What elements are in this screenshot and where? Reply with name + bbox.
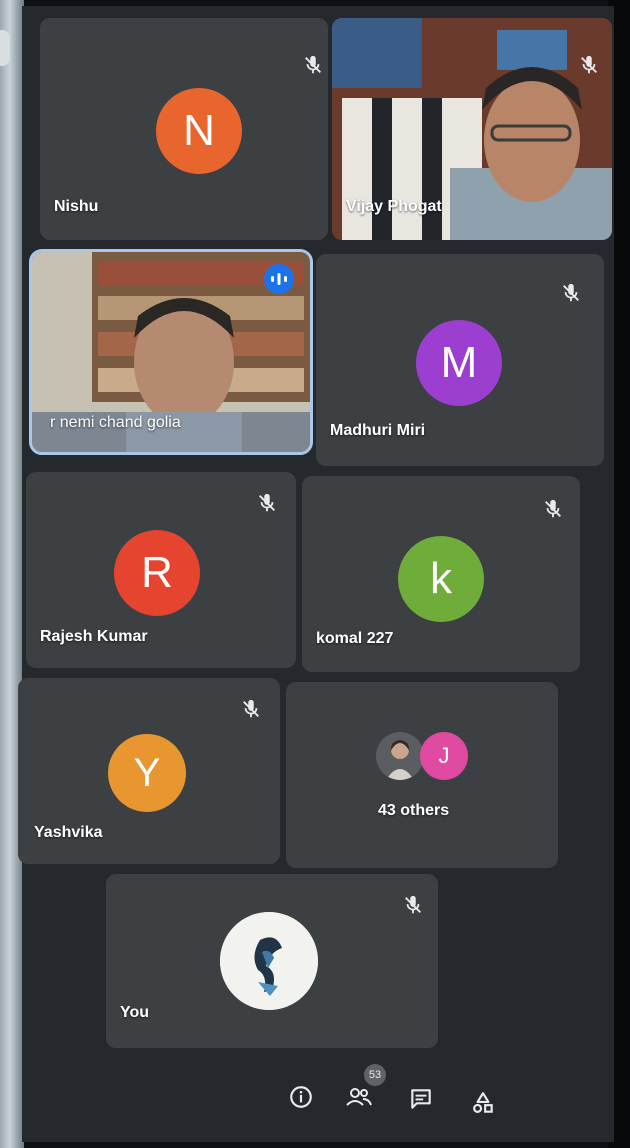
info-icon[interactable]: [284, 1080, 318, 1114]
avatar: [376, 732, 424, 780]
others-count-label: 43 others: [378, 802, 450, 819]
participant-tile-rajesh[interactable]: R Rajesh Kumar: [26, 472, 296, 668]
participant-tile-yashvika[interactable]: Y Yashvika: [18, 678, 280, 864]
mic-off-icon: [560, 282, 582, 304]
participant-name: Rajesh Kumar: [40, 628, 148, 645]
mic-off-icon: [302, 54, 324, 76]
avatar: J: [420, 732, 468, 780]
mic-off-icon: [578, 54, 600, 76]
participant-name: r nemi chand golia: [50, 414, 181, 431]
avatar: k: [398, 536, 484, 622]
audio-level-icon: [264, 264, 294, 294]
avatar: R: [114, 530, 200, 616]
device-button: [0, 30, 10, 66]
mic-off-icon: [542, 498, 564, 520]
participant-name: Madhuri Miri: [330, 422, 426, 439]
participant-tile-nemi-chand[interactable]: r nemi chand golia: [29, 249, 313, 455]
chat-icon[interactable]: [404, 1082, 438, 1116]
people-count-badge: 53: [364, 1064, 386, 1086]
activities-icon[interactable]: [466, 1086, 500, 1120]
participant-name: Yashvika: [34, 824, 103, 841]
participant-name: komal 227: [316, 630, 394, 647]
mic-off-icon: [402, 894, 424, 916]
meeting-grid: N Nishu Vijay Phogat r nemi chand golia …: [18, 6, 614, 1142]
avatar: N: [156, 88, 242, 174]
participant-tile-komal[interactable]: k komal 227: [302, 476, 580, 672]
avatar: Y: [108, 734, 186, 812]
others-tile[interactable]: J 43 others: [286, 682, 558, 868]
avatar: [220, 912, 318, 1010]
participant-tile-nishu[interactable]: N Nishu: [40, 18, 328, 240]
participant-name: Vijay Phogat: [346, 198, 442, 215]
participant-tile-madhuri[interactable]: M Madhuri Miri: [316, 254, 604, 466]
self-label: You: [120, 1004, 150, 1021]
participant-name: Nishu: [54, 198, 99, 215]
mic-off-icon: [256, 492, 278, 514]
avatar: M: [416, 320, 502, 406]
participant-tile-vijay[interactable]: Vijay Phogat: [332, 18, 612, 240]
device-bezel-left: [0, 0, 24, 1148]
self-tile[interactable]: You: [106, 874, 438, 1048]
mic-off-icon: [240, 698, 262, 720]
